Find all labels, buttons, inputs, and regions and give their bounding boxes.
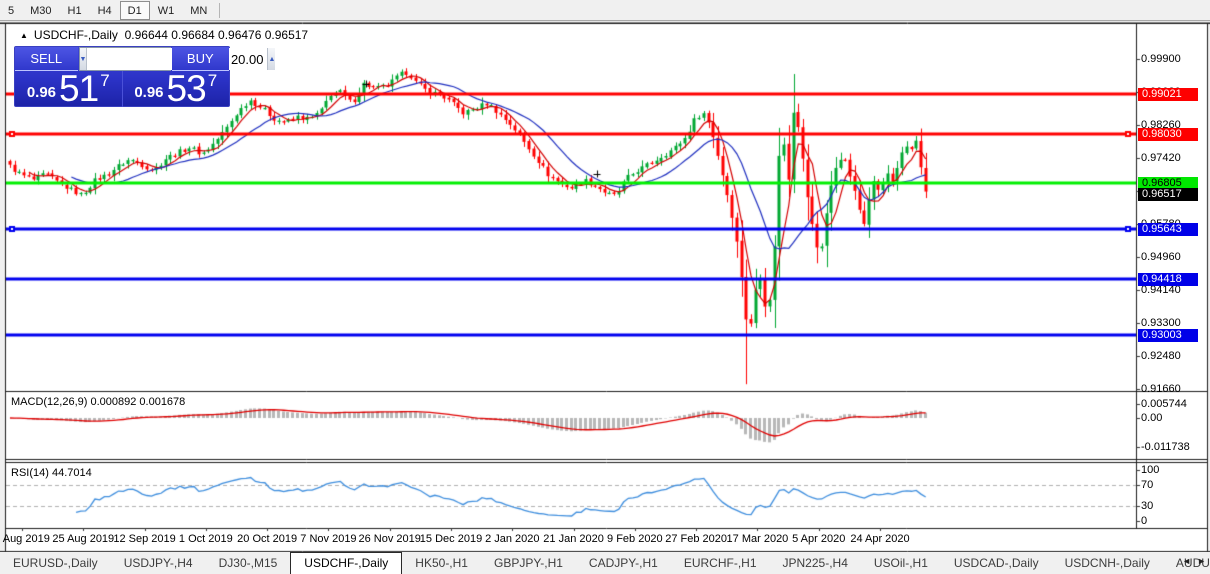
tab-usdcnh-daily[interactable]: USDCNH-,Daily: [1052, 554, 1163, 574]
tab-usdjpy-h4[interactable]: USDJPY-,H4: [111, 554, 206, 574]
price-level-label: 0.93003: [1138, 329, 1198, 342]
price-axis-tick: 0.99900: [1141, 53, 1181, 66]
rsi-axis-label: 100: [1141, 464, 1159, 477]
price-axis-tick: 0.94140: [1141, 284, 1181, 297]
time-axis-label: 25 Aug 2019: [52, 533, 114, 545]
macd-axis-label: 0.00: [1141, 412, 1162, 425]
toolbar-separator: [219, 3, 220, 18]
caret-down-icon: ▼: [80, 56, 87, 63]
tab-gbpjpy-h1[interactable]: GBPJPY-,H1: [481, 554, 576, 574]
tab-scroll-buttons: ◄►: [1182, 556, 1206, 566]
volume-increase-button[interactable]: ▲: [267, 48, 275, 70]
tab-eurusd-daily[interactable]: EURUSD-,Daily: [0, 554, 111, 574]
time-axis-label: 6 Aug 2019: [0, 533, 50, 545]
timeframe-d1[interactable]: D1: [120, 1, 150, 20]
tab-cadjpy-h1[interactable]: CADJPY-,H1: [576, 554, 671, 574]
tab-dj30-m15[interactable]: DJ30-,M15: [206, 554, 291, 574]
timeframe-toolbar: 5M30H1H4D1W1MN: [0, 0, 1210, 21]
chart-tab-bar: EURUSD-,DailyUSDJPY-,H4DJ30-,M15USDCHF-,…: [0, 552, 1210, 574]
sell-price-display[interactable]: 0.96517: [15, 71, 122, 107]
buy-price-display[interactable]: 0.96537: [122, 71, 230, 107]
time-axis-label: 27 Feb 2020: [665, 533, 727, 545]
buy-price-figure: 0.96: [134, 84, 163, 101]
time-axis-label: 20 Oct 2019: [237, 533, 297, 545]
price-axis-tick: 0.92480: [1141, 350, 1181, 363]
time-axis-label: 21 Jan 2020: [543, 533, 604, 545]
time-axis-label: 1 Oct 2019: [179, 533, 233, 545]
rsi-axis-label: 30: [1141, 500, 1153, 513]
current-price-label: 0.96517: [1138, 188, 1198, 201]
buy-price-pips: 53: [167, 74, 206, 104]
tab-usdchf-daily[interactable]: USDCHF-,Daily: [290, 552, 402, 574]
scroll-left-icon[interactable]: ◄: [1182, 556, 1191, 566]
rsi-indicator-label: RSI(14) 44.7014: [11, 467, 92, 479]
tab-usdcad-daily[interactable]: USDCAD-,Daily: [941, 554, 1052, 574]
time-axis-label: 26 Nov 2019: [359, 533, 421, 545]
price-axis-tick: 0.91660: [1141, 383, 1181, 396]
macd-indicator-label: MACD(12,26,9) 0.000892 0.001678: [11, 396, 185, 408]
time-axis-label: 24 Apr 2020: [850, 533, 909, 545]
rsi-axis-label: 0: [1141, 515, 1147, 528]
tab-eurchf-h1[interactable]: EURCHF-,H1: [671, 554, 770, 574]
time-axis-label: 5 Apr 2020: [792, 533, 845, 545]
time-axis-label: 15 Dec 2019: [420, 533, 482, 545]
chart-ohlc-values: 0.96644 0.96684 0.96476 0.96517: [125, 28, 309, 42]
timeframe-h1[interactable]: H1: [60, 1, 90, 20]
scroll-right-icon[interactable]: ►: [1197, 556, 1206, 566]
rsi-axis-label: 70: [1141, 479, 1153, 492]
time-axis-label: 17 Mar 2020: [727, 533, 789, 545]
macd-axis-label: -0.011738: [1141, 441, 1190, 454]
timeframe-m30[interactable]: M30: [22, 1, 59, 20]
mt4-terminal: 5M30H1H4D1W1MN ▲ USDCHF-,Daily 0.96644 0.…: [0, 0, 1210, 574]
one-click-trading-panel: SELL ▼ ▲ BUY 0.96517 0.96537: [14, 46, 230, 107]
caret-up-icon: ▲: [268, 56, 275, 63]
price-axis-tick: 0.94960: [1141, 251, 1181, 264]
time-axis-label: 2 Jan 2020: [485, 533, 539, 545]
price-level-label: 0.99021: [1138, 88, 1198, 101]
price-level-label: 0.98030: [1138, 128, 1198, 141]
tab-hk50-h1[interactable]: HK50-,H1: [402, 554, 481, 574]
price-level-label: 0.95643: [1138, 223, 1198, 236]
tab-usoil-h1[interactable]: USOil-,H1: [861, 554, 941, 574]
time-axis-label: 12 Sep 2019: [113, 533, 175, 545]
timeframe-5[interactable]: 5: [0, 1, 22, 20]
sell-price-point: 7: [100, 71, 109, 91]
price-level-label: 0.94418: [1138, 273, 1198, 286]
sell-price-pips: 51: [59, 74, 98, 104]
collapse-triangle-icon: ▲: [20, 31, 28, 40]
macd-axis-label: 0.005744: [1141, 398, 1187, 411]
volume-decrease-button[interactable]: ▼: [80, 48, 88, 70]
chart-symbol-period: USDCHF-,Daily: [34, 28, 118, 42]
price-axis-tick: 0.97420: [1141, 152, 1181, 165]
timeframe-w1[interactable]: W1: [150, 1, 183, 20]
buy-price-point: 7: [208, 71, 217, 91]
chart-header: ▲ USDCHF-,Daily 0.96644 0.96684 0.96476 0…: [20, 28, 308, 42]
trade-prices-row: 0.96517 0.96537: [15, 71, 229, 107]
time-axis-label: 7 Nov 2019: [300, 533, 356, 545]
time-axis-label: 9 Feb 2020: [607, 533, 663, 545]
sell-price-figure: 0.96: [27, 84, 56, 101]
tab-jpn225-h4[interactable]: JPN225-,H4: [770, 554, 861, 574]
timeframe-h4[interactable]: H4: [90, 1, 120, 20]
timeframe-mn[interactable]: MN: [182, 1, 215, 20]
